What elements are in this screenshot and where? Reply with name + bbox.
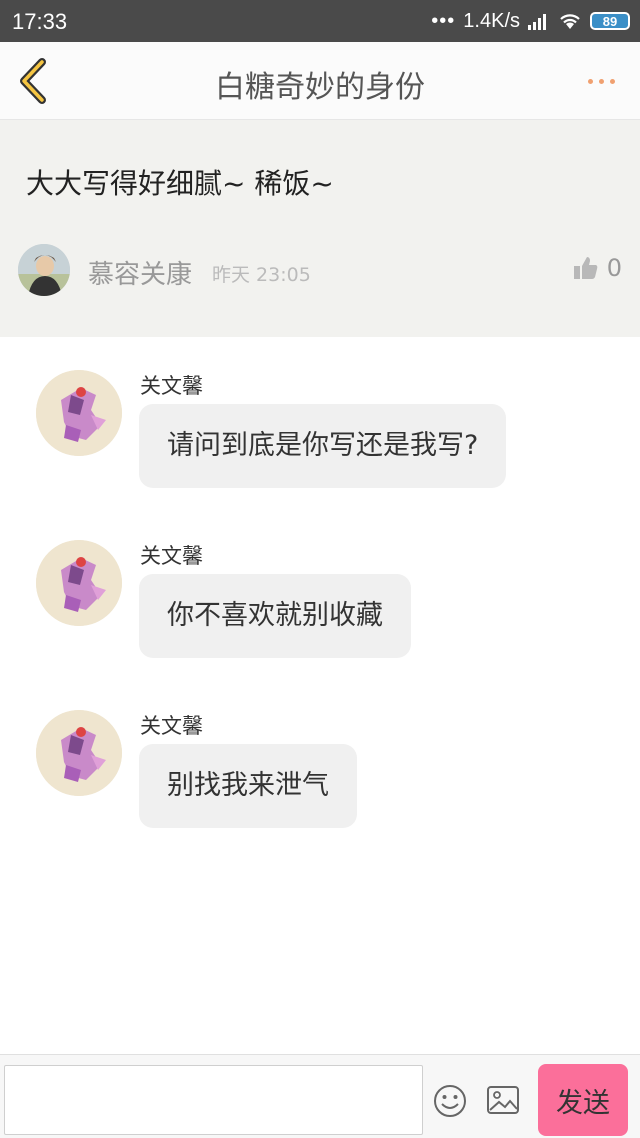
avatar-image <box>18 244 70 296</box>
chevron-left-icon <box>20 58 46 104</box>
reply-author[interactable]: 关文馨 <box>140 540 203 570</box>
status-bar: 17:33 ••• 1.4K/s 89 <box>0 0 640 42</box>
avatar-image <box>36 540 122 626</box>
original-comment: 大大写得好细腻~ 稀饭~ 慕容关康 昨天 23:05 0 <box>0 120 640 337</box>
reply-item: 关文馨 请问到底是你写还是我写? <box>0 370 640 500</box>
send-button[interactable]: 发送 <box>538 1064 628 1136</box>
comment-time: 昨天 23:05 <box>212 264 311 286</box>
author-avatar[interactable] <box>18 244 70 296</box>
smiley-icon <box>434 1085 466 1117</box>
more-button[interactable] <box>582 68 622 94</box>
like-button[interactable]: 0 <box>573 254 622 282</box>
status-time: 17:33 <box>12 9 68 34</box>
status-icons: ••• 1.4K/s 89 <box>431 9 630 33</box>
reply-author[interactable]: 关文馨 <box>140 710 203 740</box>
reply-input[interactable] <box>4 1065 423 1135</box>
page-title: 白糖奇妙的身份 <box>215 70 425 105</box>
reply-item: 关文馨 别找我来泄气 <box>0 710 640 840</box>
reply-avatar[interactable] <box>36 370 122 456</box>
reply-avatar[interactable] <box>36 540 122 626</box>
network-speed: 1.4K/s <box>463 9 520 32</box>
battery-level: 89 <box>602 13 618 29</box>
reply-author[interactable]: 关文馨 <box>140 370 203 400</box>
emoji-button[interactable] <box>432 1083 468 1119</box>
author-name[interactable]: 慕容关康 <box>88 254 192 291</box>
reply-bubble: 你不喜欢就别收藏 <box>139 574 411 658</box>
battery-icon: 89 <box>590 12 630 30</box>
wifi-icon <box>560 14 580 29</box>
image-button[interactable] <box>486 1085 520 1115</box>
header: 白糖奇妙的身份 <box>0 42 640 120</box>
image-icon <box>487 1086 519 1114</box>
input-bar: 发送 <box>0 1054 640 1138</box>
thumbs-up-icon <box>573 257 598 279</box>
reply-bubble: 请问到底是你写还是我写? <box>139 404 507 488</box>
avatar-image <box>36 370 122 456</box>
reply-avatar[interactable] <box>36 710 122 796</box>
dots-icon: ••• <box>431 9 456 32</box>
comment-text: 大大写得好细腻~ 稀饭~ <box>26 167 334 200</box>
avatar-image <box>36 710 122 796</box>
like-count: 0 <box>606 254 622 282</box>
signal-icon <box>528 14 546 30</box>
back-button[interactable] <box>14 56 54 106</box>
reply-item: 关文馨 你不喜欢就别收藏 <box>0 540 640 670</box>
reply-bubble: 别找我来泄气 <box>139 744 357 828</box>
